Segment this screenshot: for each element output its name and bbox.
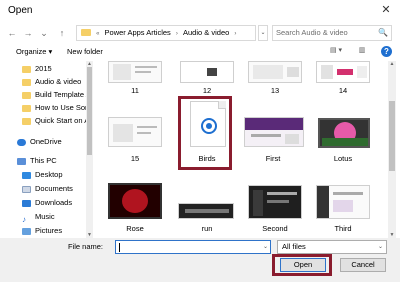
file-thumbnail[interactable] <box>316 61 370 83</box>
command-bar: Organize ▾ New folder ▤ ▾ ▥ ? <box>0 44 400 60</box>
computer-icon <box>17 157 26 165</box>
title-bar: Open ✕ <box>0 0 400 24</box>
scroll-up-arrow-icon[interactable]: ▲ <box>388 61 396 67</box>
folder-icon <box>81 29 91 36</box>
breadcrumb-audio-video[interactable]: Audio & video <box>180 26 229 40</box>
nav-scrollbar-thumb[interactable] <box>87 67 92 155</box>
forward-arrow-icon[interactable]: → <box>22 26 34 40</box>
pictures-icon <box>22 227 31 235</box>
breadcrumb-separator-icon[interactable]: › <box>173 27 178 40</box>
breadcrumb-separator-icon[interactable]: › <box>231 27 236 40</box>
nav-item-music[interactable]: ♪ Music <box>22 211 55 224</box>
close-icon[interactable]: ✕ <box>378 3 394 19</box>
file-list: 11 12 13 14 15 Birds First Lotus Rose ru… <box>94 61 388 238</box>
search-icon[interactable]: 🔍 <box>378 26 388 40</box>
nav-item-desktop[interactable]: Desktop <box>22 169 63 180</box>
nav-item-quick-start[interactable]: Quick Start on A <box>22 115 89 126</box>
navigation-pane: 2015 Audio & video Build Template A How … <box>0 61 93 238</box>
file-label[interactable]: run <box>177 224 237 233</box>
file-thumbnail[interactable] <box>248 185 302 219</box>
nav-item-build-template[interactable]: Build Template A <box>22 89 91 100</box>
cloud-icon <box>17 138 26 146</box>
folder-icon <box>22 91 31 99</box>
file-label[interactable]: Rose <box>105 224 165 233</box>
music-icon: ♪ <box>22 214 26 224</box>
recent-locations-chevron-icon[interactable]: ⌄ <box>38 26 50 40</box>
breadcrumb-power-apps-articles[interactable]: Power Apps Articles <box>102 26 171 40</box>
birds-highlight-box <box>178 96 232 170</box>
nav-scrollbar[interactable]: ▲ ▼ <box>86 61 93 238</box>
organize-button[interactable]: Organize ▾ <box>16 46 52 58</box>
desktop-icon <box>22 171 31 179</box>
file-thumbnail[interactable] <box>316 185 370 219</box>
search-input[interactable]: Search Audio & video 🔍 <box>272 25 392 41</box>
file-label[interactable]: 13 <box>245 86 305 95</box>
open-highlight-box <box>272 254 332 276</box>
file-thumbnail[interactable] <box>108 61 162 83</box>
file-name-label: File name: <box>68 242 104 251</box>
help-icon[interactable]: ? <box>381 46 392 57</box>
preview-pane-icon[interactable]: ▥ <box>356 46 368 57</box>
change-view-icon[interactable]: ▤ ▾ <box>327 46 345 57</box>
search-placeholder: Search Audio & video <box>276 28 348 37</box>
overflow-chevron-icon[interactable]: « <box>93 27 99 40</box>
nav-item-pictures[interactable]: Pictures <box>22 225 62 236</box>
file-label[interactable]: 11 <box>105 86 165 95</box>
file-label[interactable]: Second <box>245 224 305 233</box>
text-caret <box>119 243 120 252</box>
nav-item-2015[interactable]: 2015 <box>22 63 52 74</box>
file-label[interactable]: 15 <box>105 154 165 163</box>
file-label[interactable]: First <box>243 154 303 163</box>
file-thumbnail[interactable] <box>248 61 302 83</box>
nav-item-documents[interactable]: Documents <box>22 183 73 194</box>
folder-icon <box>22 65 31 73</box>
file-list-scrollbar-thumb[interactable] <box>389 101 395 171</box>
nav-item-downloads[interactable]: Downloads <box>22 197 72 208</box>
file-thumbnail[interactable] <box>108 117 162 147</box>
nav-item-onedrive[interactable]: OneDrive <box>17 136 62 147</box>
folder-icon <box>22 117 31 125</box>
chevron-down-icon[interactable]: ⌄ <box>263 241 268 253</box>
file-label[interactable]: 14 <box>313 86 373 95</box>
file-label[interactable]: Third <box>313 224 373 233</box>
file-label[interactable]: Lotus <box>313 154 373 163</box>
file-thumbnail[interactable] <box>108 183 162 219</box>
folder-icon <box>22 104 31 112</box>
file-list-scrollbar[interactable]: ▲ ▼ <box>388 61 396 238</box>
address-row: ← → ⌄ ↑ « Power Apps Articles › Audio & … <box>0 24 400 42</box>
cancel-button[interactable]: Cancel <box>340 258 386 272</box>
dialog-footer: File name: ⌄ All files ⌄ Open Cancel <box>0 238 400 282</box>
address-bar[interactable]: « Power Apps Articles › Audio & video › <box>76 25 256 41</box>
window-title: Open <box>8 5 33 16</box>
file-type-select[interactable]: All files ⌄ <box>277 240 387 254</box>
file-name-input[interactable]: ⌄ <box>115 240 271 254</box>
nav-item-audio-video[interactable]: Audio & video <box>22 76 81 87</box>
chevron-down-icon[interactable]: ⌄ <box>378 241 383 253</box>
file-thumbnail[interactable] <box>178 203 234 219</box>
nav-item-how-to-use-sort[interactable]: How to Use Sort <box>22 102 90 113</box>
file-thumbnail[interactable] <box>180 61 234 83</box>
new-folder-button[interactable]: New folder <box>67 46 103 58</box>
file-thumbnail[interactable] <box>244 117 304 147</box>
file-thumbnail[interactable] <box>318 118 370 148</box>
address-dropdown-chevron-icon[interactable]: ⌄ <box>258 25 268 41</box>
up-arrow-icon[interactable]: ↑ <box>56 26 68 40</box>
folder-icon <box>22 78 31 86</box>
back-arrow-icon[interactable]: ← <box>6 26 18 40</box>
nav-item-this-pc[interactable]: This PC <box>17 155 57 166</box>
documents-icon <box>22 185 31 193</box>
file-label[interactable]: 12 <box>177 86 237 95</box>
downloads-icon <box>22 199 31 207</box>
